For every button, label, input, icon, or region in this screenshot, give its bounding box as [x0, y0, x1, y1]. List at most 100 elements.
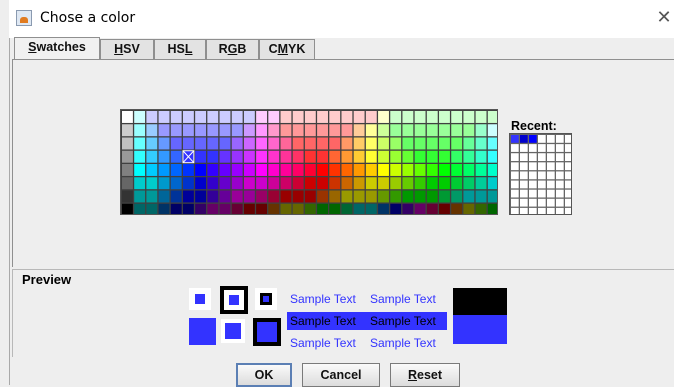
tab-rgb[interactable]: RGB — [206, 39, 259, 59]
swatch-cell[interactable] — [365, 124, 377, 137]
swatch-cell[interactable] — [304, 150, 316, 163]
swatch-cell[interactable] — [439, 137, 450, 150]
swatch-cell[interactable] — [451, 137, 463, 150]
swatch-cell[interactable] — [451, 190, 463, 203]
swatch-cell[interactable] — [439, 164, 450, 176]
swatch-cell[interactable] — [195, 203, 207, 215]
swatch-cell[interactable] — [487, 150, 498, 163]
swatch-cell[interactable] — [231, 111, 243, 123]
swatch-cell[interactable] — [122, 164, 133, 176]
recent-cell[interactable] — [520, 153, 528, 162]
swatch-cell[interactable] — [341, 111, 353, 123]
swatch-cell[interactable] — [390, 177, 402, 190]
swatch-cell[interactable] — [292, 111, 304, 123]
swatch-cell[interactable] — [268, 124, 280, 137]
swatch-cell[interactable] — [365, 190, 377, 203]
swatch-cell[interactable] — [329, 190, 341, 203]
recent-cell[interactable] — [520, 189, 528, 198]
recent-cell[interactable] — [529, 162, 537, 171]
swatch-cell[interactable] — [231, 137, 243, 150]
swatch-cell[interactable] — [304, 164, 316, 176]
swatch-cell[interactable] — [170, 111, 182, 123]
swatch-cell[interactable] — [243, 203, 255, 215]
recent-cell[interactable] — [520, 198, 528, 207]
recent-cell[interactable] — [547, 207, 555, 215]
swatch-cell[interactable] — [195, 150, 207, 163]
swatch-cell[interactable] — [219, 137, 231, 150]
swatch-cell[interactable] — [402, 164, 414, 176]
recent-cell[interactable] — [556, 171, 564, 180]
swatch-cell[interactable] — [231, 124, 243, 137]
recent-cell[interactable] — [520, 135, 528, 143]
recent-cell[interactable] — [565, 162, 572, 171]
swatch-cell[interactable] — [402, 124, 414, 137]
swatch-cell[interactable] — [231, 203, 243, 215]
swatch-cell[interactable] — [463, 164, 475, 176]
swatch-cell[interactable] — [353, 203, 365, 215]
swatch-cell[interactable] — [365, 150, 377, 163]
swatch-cell[interactable] — [439, 203, 450, 215]
recent-cell[interactable] — [511, 180, 519, 189]
swatch-cell[interactable] — [414, 190, 426, 203]
recent-cell[interactable] — [520, 180, 528, 189]
swatch-cell[interactable] — [317, 190, 328, 203]
swatch-cell[interactable] — [341, 164, 353, 176]
swatch-cell[interactable] — [268, 137, 280, 150]
swatch-cell[interactable] — [158, 190, 170, 203]
swatch-cell[interactable] — [426, 164, 438, 176]
reset-button[interactable]: Reset — [390, 363, 460, 387]
swatch-cell[interactable] — [292, 177, 304, 190]
recent-cell[interactable] — [565, 144, 572, 152]
swatch-cell[interactable] — [134, 190, 146, 203]
recent-cell[interactable] — [529, 207, 537, 215]
recent-cell[interactable] — [538, 144, 546, 152]
swatch-cell[interactable] — [414, 203, 426, 215]
swatch-cell[interactable] — [365, 111, 377, 123]
recent-cell[interactable] — [556, 153, 564, 162]
recent-cell[interactable] — [556, 207, 564, 215]
swatch-cell[interactable] — [207, 150, 219, 163]
swatch-cell[interactable] — [365, 137, 377, 150]
swatch-cell[interactable] — [170, 137, 182, 150]
swatch-cell[interactable] — [207, 177, 219, 190]
swatch-cell[interactable] — [353, 164, 365, 176]
swatch-cell[interactable] — [268, 150, 280, 163]
swatch-cell[interactable] — [256, 177, 268, 190]
swatch-cell[interactable] — [353, 190, 365, 203]
swatch-cell[interactable] — [341, 190, 353, 203]
swatch-cell[interactable] — [231, 190, 243, 203]
swatch-cell[interactable] — [426, 124, 438, 137]
recent-cell[interactable] — [529, 135, 537, 143]
swatch-cell[interactable] — [341, 177, 353, 190]
swatch-cell[interactable] — [475, 137, 487, 150]
swatch-cell[interactable] — [475, 177, 487, 190]
swatch-cell[interactable] — [146, 124, 158, 137]
swatch-cell[interactable] — [170, 164, 182, 176]
recent-cell[interactable] — [529, 153, 537, 162]
swatch-cell[interactable] — [146, 190, 158, 203]
swatch-cell[interactable] — [158, 164, 170, 176]
swatch-cell[interactable] — [341, 203, 353, 215]
recent-cell[interactable] — [538, 207, 546, 215]
swatch-cell[interactable] — [146, 137, 158, 150]
swatch-cell[interactable] — [414, 177, 426, 190]
recent-cell[interactable] — [538, 153, 546, 162]
swatch-cell[interactable] — [268, 177, 280, 190]
recent-cell[interactable] — [565, 198, 572, 207]
swatch-palette[interactable] — [120, 109, 498, 215]
swatch-cell[interactable] — [170, 177, 182, 190]
recent-cell[interactable] — [511, 198, 519, 207]
swatch-cell[interactable] — [170, 190, 182, 203]
swatch-cell[interactable] — [219, 190, 231, 203]
recent-cell[interactable] — [520, 144, 528, 152]
swatch-cell[interactable] — [378, 177, 389, 190]
swatch-cell[interactable] — [122, 124, 133, 137]
swatch-cell[interactable] — [292, 190, 304, 203]
swatch-cell[interactable] — [280, 150, 292, 163]
swatch-cell[interactable] — [243, 124, 255, 137]
swatch-cell[interactable] — [378, 203, 389, 215]
swatch-cell[interactable] — [195, 111, 207, 123]
swatch-cell[interactable] — [414, 137, 426, 150]
swatch-cell[interactable] — [243, 177, 255, 190]
swatch-cell[interactable] — [439, 150, 450, 163]
